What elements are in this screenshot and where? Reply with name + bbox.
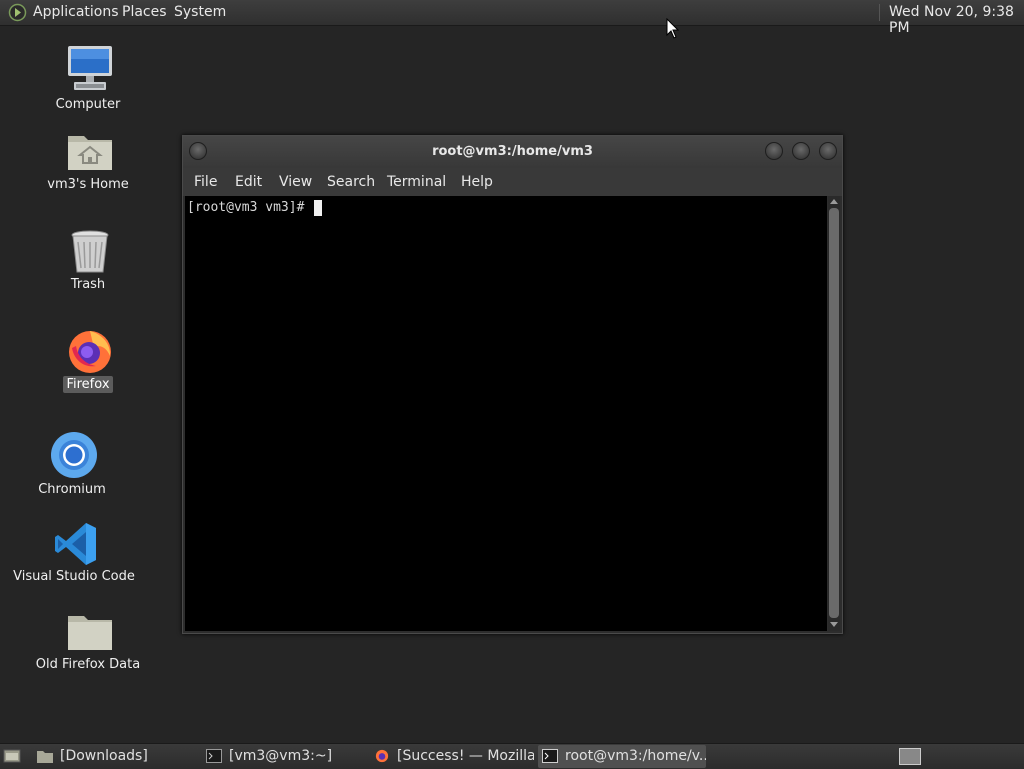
taskbar-item-downloads[interactable]: [Downloads] [33,745,197,768]
taskbar-item-label: root@vm3:/home/v... [565,748,706,764]
firefox-icon [69,331,111,373]
taskbar-item-terminal-root[interactable]: root@vm3:/home/v... [538,745,706,768]
desktop-icon-label: Trash [70,277,106,292]
terminal-icon [206,749,222,763]
menu-terminal[interactable]: Terminal [387,174,446,190]
clock[interactable]: Wed Nov 20, 9:38 PM [889,4,1024,36]
bottom-panel: [Downloads] [vm3@vm3:~] [Success! — Mozi… [0,743,1024,769]
scroll-up-arrow-icon[interactable] [830,199,838,204]
menu-help[interactable]: Help [461,174,493,190]
menu-view[interactable]: View [279,174,312,190]
desktop-icon-label: vm3's Home [47,177,129,192]
terminal-screen[interactable]: [root@vm3 vm3]# [185,196,827,631]
terminal-window[interactable]: root@vm3:/home/vm3 File Edit View Search… [182,135,843,634]
computer-icon [68,46,112,90]
applications-menu[interactable]: Applications [33,4,119,20]
menu-file[interactable]: File [194,174,217,190]
desktop-icon-label: Firefox [63,376,113,393]
minimize-button[interactable] [765,142,783,160]
window-title: root@vm3:/home/vm3 [432,144,593,159]
top-panel: Applications Places System Wed Nov 20, 9… [0,0,1024,36]
taskbar-item-label: [vm3@vm3:~] [229,748,333,764]
taskbar-item-firefox[interactable]: [Success! — Mozilla ... [370,745,534,768]
desktop-icon-old-firefox-data[interactable]: Old Firefox Data [18,608,158,680]
taskbar-item-terminal-vm3[interactable]: [vm3@vm3:~] [202,745,366,768]
close-button[interactable] [819,142,837,160]
desktop-icon-trash[interactable]: Trash [18,228,158,300]
desktop-icon-label: Old Firefox Data [35,657,141,672]
vscode-icon [55,523,96,565]
menubar: File Edit View Search Terminal Help [183,168,842,196]
panel-separator [879,4,880,21]
shell-prompt: [root@vm3 vm3]# [187,200,305,215]
desktop-icon-chromium[interactable]: Chromium [2,431,142,503]
places-menu[interactable]: Places [122,4,167,20]
home-folder-icon [68,136,112,170]
gnome-menu-icon[interactable] [8,3,27,22]
maximize-button[interactable] [792,142,810,160]
folder-icon [37,751,53,763]
scrollbar-thumb[interactable] [829,208,839,618]
taskbar-item-label: [Success! — Mozilla ... [397,748,534,764]
menu-edit[interactable]: Edit [235,174,262,190]
scroll-down-arrow-icon[interactable] [830,622,838,627]
firefox-icon [375,749,389,763]
folder-icon [68,616,112,650]
desktop-icon-home[interactable]: vm3's Home [18,128,158,200]
trash-icon [71,230,109,273]
show-desktop-icon[interactable] [3,748,21,764]
taskbar-item-label: [Downloads] [60,748,148,764]
scrollbar[interactable] [828,196,840,631]
desktop-icon-computer[interactable]: Computer [18,44,158,116]
text-cursor [314,200,322,216]
desktop-icon-label: Computer [55,97,121,112]
desktop-icon-label: Chromium [38,482,106,497]
desktop-icon-firefox[interactable]: Firefox [18,326,158,398]
terminal-icon [542,749,558,763]
chromium-icon [51,432,97,478]
desktop-icon-label: Visual Studio Code [13,569,135,584]
mouse-pointer-icon [666,18,680,39]
system-menu[interactable]: System [174,4,226,20]
window-titlebar[interactable]: root@vm3:/home/vm3 [183,136,842,168]
desktop-icon-vscode[interactable]: Visual Studio Code [4,520,144,592]
workspace-switcher[interactable] [899,748,921,765]
menu-search[interactable]: Search [327,174,375,190]
